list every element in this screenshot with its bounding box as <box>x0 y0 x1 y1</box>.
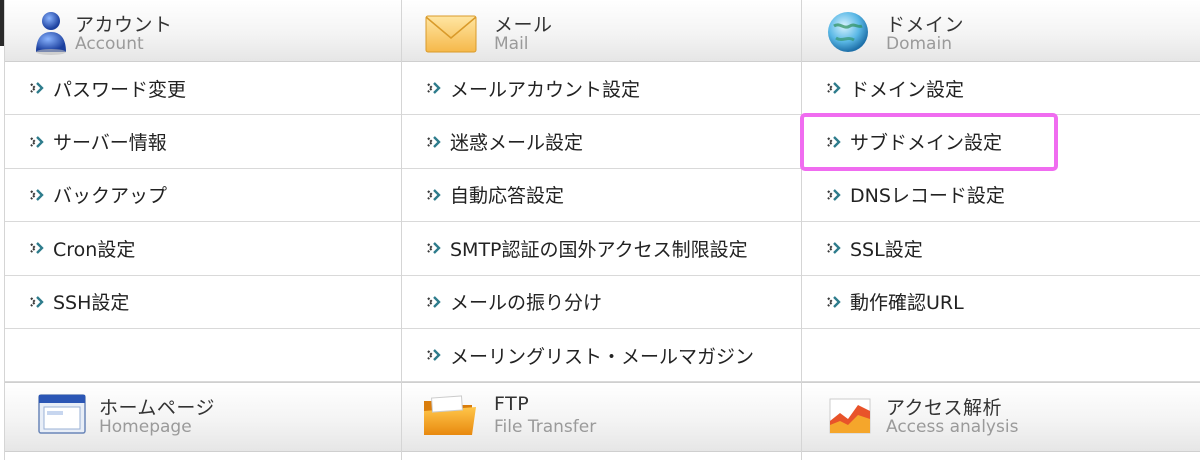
arrow-right-icon <box>427 135 441 148</box>
section-header-access-analysis[interactable]: アクセス解析 Access analysis <box>802 382 1200 453</box>
menu-list-domain: ドメイン設定 サブドメイン設定 DNSレコード設定 SSL設定 動作確認URL <box>800 62 1200 383</box>
menu-item-password-change[interactable]: パスワード変更 <box>5 62 401 116</box>
menu-item-server-info[interactable]: サーバー情報 <box>5 115 401 169</box>
menu-item-mail-account-settings[interactable]: メールアカウント設定 <box>402 62 801 116</box>
browser-window-icon <box>38 394 86 435</box>
column-domain: ドメイン Domain ドメイン設定 サブドメイン設定 DNSレコード設定 SS… <box>800 0 1200 460</box>
menu-item-label: SSL設定 <box>850 238 923 261</box>
menu-item-mail-filter[interactable]: メールの振り分け <box>402 276 801 329</box>
menu-item-label: メールの振り分け <box>450 292 603 315</box>
menu-item-domain-settings[interactable]: ドメイン設定 <box>802 62 1200 116</box>
section-subtitle: Homepage <box>99 417 192 438</box>
arrow-right-icon <box>827 189 841 201</box>
analytics-chart-icon <box>829 398 871 434</box>
menu-item-ssl-settings[interactable]: SSL設定 <box>802 222 1200 276</box>
menu-item-cron-settings[interactable]: Cron設定 <box>5 222 401 276</box>
menu-list-mail: メールアカウント設定 迷惑メール設定 自動応答設定 SMTP認証の国外アクセス制… <box>402 62 801 383</box>
menu-item-label: サーバー情報 <box>53 132 167 155</box>
section-header-mail: メール Mail <box>402 0 801 62</box>
section-subtitle: Access analysis <box>886 417 1019 438</box>
section-title: アカウント <box>75 14 173 36</box>
section-header-domain: ドメイン Domain <box>802 0 1200 62</box>
menu-item-backup[interactable]: バックアップ <box>5 169 401 223</box>
arrow-right-icon <box>30 242 44 255</box>
menu-item-label: バックアップ <box>53 185 168 208</box>
menu-item-label: DNSレコード設定 <box>850 185 1005 208</box>
arrow-right-icon <box>30 135 44 148</box>
menu-item-smtp-foreign-access-settings[interactable]: SMTP認証の国外アクセス制限設定 <box>402 222 801 276</box>
menu-item-label: SSH設定 <box>53 292 130 315</box>
section-title: ホームページ <box>99 397 216 420</box>
menu-item-label: 動作確認URL <box>850 292 964 315</box>
arrow-right-icon <box>30 189 44 201</box>
arrow-right-icon <box>30 295 44 308</box>
menu-item-spam-settings[interactable]: 迷惑メール設定 <box>402 115 801 169</box>
menu-item-label: サブドメイン設定 <box>850 132 1003 155</box>
arrow-right-icon <box>427 242 441 255</box>
arrow-right-icon <box>827 135 841 148</box>
arrow-right-icon <box>427 349 441 361</box>
menu-item-label: 自動応答設定 <box>450 185 565 208</box>
arrow-right-icon <box>427 295 441 308</box>
arrow-right-icon <box>30 82 44 95</box>
menu-item-auto-reply-settings[interactable]: 自動応答設定 <box>402 169 801 223</box>
menu-item-dns-record-settings[interactable]: DNSレコード設定 <box>802 169 1200 223</box>
menu-item-label: SMTP認証の国外アクセス制限設定 <box>450 238 748 261</box>
menu-item-label: メーリングリスト・メールマガジン <box>450 345 755 368</box>
folder-icon <box>424 395 476 436</box>
column-account: アカウント Account パスワード変更 サーバー情報 バックアップ Cron… <box>4 0 402 460</box>
section-subtitle: File Transfer <box>494 417 597 438</box>
menu-grid: アカウント Account パスワード変更 サーバー情報 バックアップ Cron… <box>0 0 1200 460</box>
section-header-homepage[interactable]: ホームページ Homepage <box>5 382 401 453</box>
menu-item-ssh-settings[interactable]: SSH設定 <box>5 276 401 329</box>
globe-icon <box>828 12 868 52</box>
menu-item-label: パスワード変更 <box>53 78 187 101</box>
menu-item-empty <box>5 329 401 383</box>
menu-item-empty <box>802 329 1200 383</box>
menu-item-label: 迷惑メール設定 <box>450 132 584 155</box>
section-subtitle: Mail <box>494 34 529 54</box>
section-title: ドメイン <box>886 14 965 36</box>
arrow-right-icon <box>827 82 841 95</box>
arrow-right-icon <box>427 82 441 95</box>
menu-item-mailing-list[interactable]: メーリングリスト・メールマガジン <box>402 329 801 383</box>
section-title: アクセス解析 <box>886 397 1003 420</box>
menu-item-subdomain-settings[interactable]: サブドメイン設定 <box>800 113 1058 171</box>
arrow-right-icon <box>827 242 841 255</box>
section-subtitle: Domain <box>886 34 952 54</box>
column-mail: メール Mail メールアカウント設定 迷惑メール設定 自動応答設定 SMTP認… <box>402 0 802 460</box>
menu-item-label: ドメイン設定 <box>850 78 965 101</box>
user-icon <box>36 12 66 55</box>
arrow-right-icon <box>827 295 841 308</box>
menu-item-label: メールアカウント設定 <box>450 78 641 101</box>
server-panel-menu: アカウント Account パスワード変更 サーバー情報 バックアップ Cron… <box>0 0 1200 460</box>
envelope-icon <box>425 15 477 53</box>
section-title: メール <box>494 14 553 36</box>
menu-item-test-url[interactable]: 動作確認URL <box>802 276 1200 329</box>
menu-item-label: Cron設定 <box>53 238 136 261</box>
section-title: FTP <box>494 393 530 416</box>
section-header-ftp[interactable]: FTP File Transfer <box>402 382 801 453</box>
arrow-right-icon <box>427 189 441 201</box>
section-subtitle: Account <box>75 34 144 54</box>
section-header-account: アカウント Account <box>5 0 401 62</box>
menu-list-account: パスワード変更 サーバー情報 バックアップ Cron設定 SSH設定 <box>5 62 401 383</box>
